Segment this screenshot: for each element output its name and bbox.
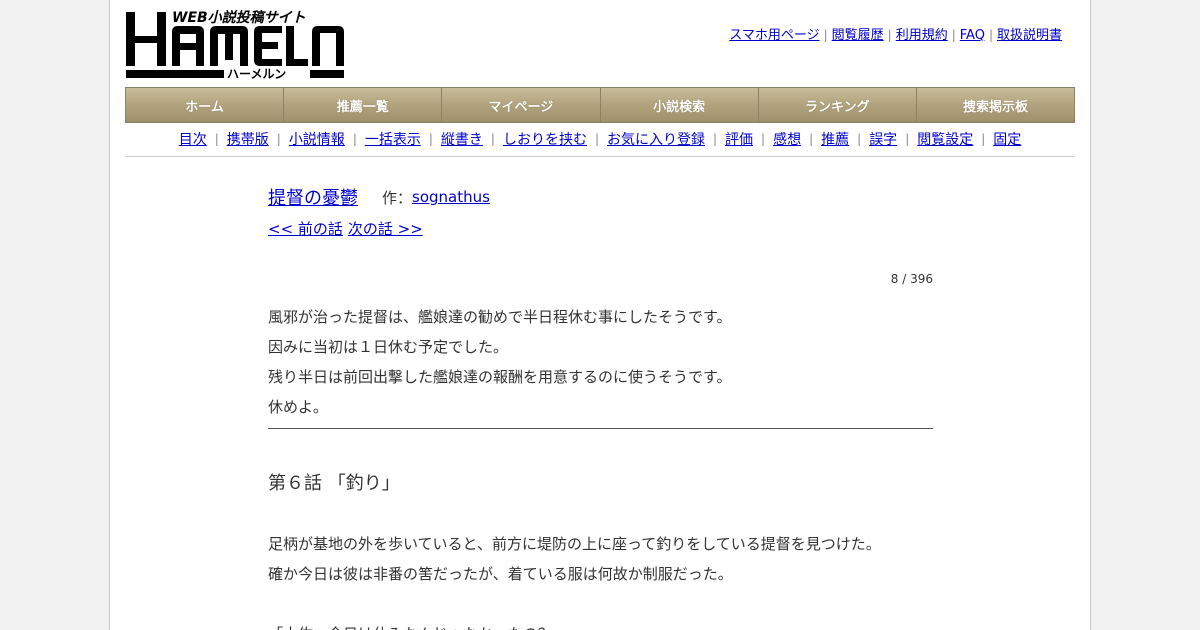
hameln-logo[interactable]: ハーメルン WEB小説投稿サイト: [126, 9, 346, 82]
nav-mypage[interactable]: マイページ: [442, 88, 601, 122]
next-episode-link[interactable]: 次の話 >>: [348, 218, 423, 239]
body-line: 足柄が基地の外を歩いていると、前方に堤防の上に座って釣りをしている提督を見つけた…: [268, 535, 881, 553]
nav-home[interactable]: ホーム: [126, 88, 285, 122]
smartphone-page-link[interactable]: スマホ用ページ: [729, 28, 819, 43]
terms-link[interactable]: 利用規約: [896, 28, 948, 43]
logo-subtitle: WEB小説投稿サイト: [172, 10, 306, 26]
page-container: ハーメルン WEB小説投稿サイト スマホ用ページ | 閲覧履歴 | 利用規約 | FAQ | 取…: [109, 0, 1091, 630]
separator: |: [276, 132, 281, 146]
separator: |: [981, 132, 986, 146]
separator: |: [951, 28, 956, 42]
separator: |: [490, 132, 495, 146]
subnav-recommend[interactable]: 推薦: [821, 129, 849, 149]
chapter-body: 足柄が基地の外を歩いていると、前方に堤防の上に座って釣りをしている提督を見つけた…: [268, 529, 933, 630]
subnav-show-all[interactable]: 一括表示: [365, 129, 421, 149]
preface-line: 因みに当初は１日休む予定でした。: [268, 338, 509, 356]
prev-episode-link[interactable]: << 前の話: [268, 218, 343, 239]
main-nav: ホーム 推薦一覧 マイページ 小説検索 ランキング 捜索掲示板: [125, 87, 1075, 123]
separator: |: [809, 132, 814, 146]
episode-counter: 8 / 396: [890, 272, 933, 286]
novel-title-link[interactable]: 提督の憂鬱: [268, 184, 358, 210]
nav-search-board[interactable]: 捜索掲示板: [916, 88, 1075, 122]
separator: |: [713, 132, 718, 146]
novel-content: 提督の憂鬱 作： sognathus << 前の話 次の話 >> 8 / 396…: [268, 180, 933, 630]
separator: |: [594, 132, 599, 146]
logo-kana: ハーメルン: [227, 67, 286, 81]
title-line: 提督の憂鬱 作： sognathus: [268, 180, 933, 214]
subnav-novel-info[interactable]: 小説情報: [289, 129, 345, 149]
separator: |: [214, 132, 219, 146]
subnav-favorite[interactable]: お気に入り登録: [607, 129, 705, 149]
preface-divider: [268, 428, 933, 429]
author-label: 作：: [382, 188, 413, 207]
separator: |: [905, 132, 910, 146]
nav-novel-search[interactable]: 小説検索: [600, 88, 759, 122]
subnav-rating[interactable]: 評価: [725, 129, 753, 149]
preface-line: 風邪が治った提督は、艦娘達の勧めで半日程休む事にしたそうです。: [268, 308, 732, 326]
separator: |: [887, 28, 892, 42]
preface-line: 休めよ。: [268, 398, 329, 416]
chapter-title: 第６話 「釣り」: [268, 473, 400, 494]
separator: |: [761, 132, 766, 146]
subnav-mobile[interactable]: 携帯版: [227, 129, 269, 149]
preface-line: 残り半日は前回出撃した艦娘達の報酬を用意するのに使うそうです。: [268, 368, 732, 386]
subnav-comments[interactable]: 感想: [773, 129, 801, 149]
subnav-toc[interactable]: 目次: [179, 129, 207, 149]
separator: |: [428, 132, 433, 146]
hameln-logo-icon: ハーメルン WEB小説投稿サイト: [126, 9, 344, 81]
nav-recommendations[interactable]: 推薦一覧: [284, 88, 443, 122]
nav-ranking[interactable]: ランキング: [758, 88, 917, 122]
separator: |: [823, 28, 828, 42]
manual-link[interactable]: 取扱説明書: [997, 28, 1062, 43]
separator: |: [352, 132, 357, 146]
body-line: [268, 589, 933, 619]
separator: |: [857, 132, 862, 146]
subnav-vertical[interactable]: 縦書き: [441, 129, 483, 149]
body-line: 確か今日は彼は非番の筈だったが、着ている服は何故か制服だった。: [268, 565, 733, 583]
novel-sub-nav: 目次 | 携帯版 | 小説情報 | 一括表示 | 縦書き | しおりを挟む | お気に入り登…: [125, 122, 1075, 157]
preface: 風邪が治った提督は、艦娘達の勧めで半日程休む事にしたそうです。 因みに当初は１日…: [268, 302, 933, 422]
body-line: 「大佐、今日は休みなんじゃなかったの？」: [268, 619, 933, 630]
header-links: スマホ用ページ | 閲覧履歴 | 利用規約 | FAQ | 取扱説明書: [729, 24, 1062, 43]
subnav-view-settings[interactable]: 閲覧設定: [917, 129, 973, 149]
faq-link[interactable]: FAQ: [960, 28, 985, 43]
subnav-bookmark[interactable]: しおりを挟む: [503, 129, 587, 149]
subnav-typo[interactable]: 誤字: [869, 129, 897, 149]
author-link[interactable]: sognathus: [412, 188, 490, 206]
subnav-fixed[interactable]: 固定: [993, 129, 1021, 149]
episode-pager: << 前の話 次の話 >>: [268, 214, 933, 242]
separator: |: [988, 28, 993, 42]
history-link[interactable]: 閲覧履歴: [832, 28, 884, 43]
